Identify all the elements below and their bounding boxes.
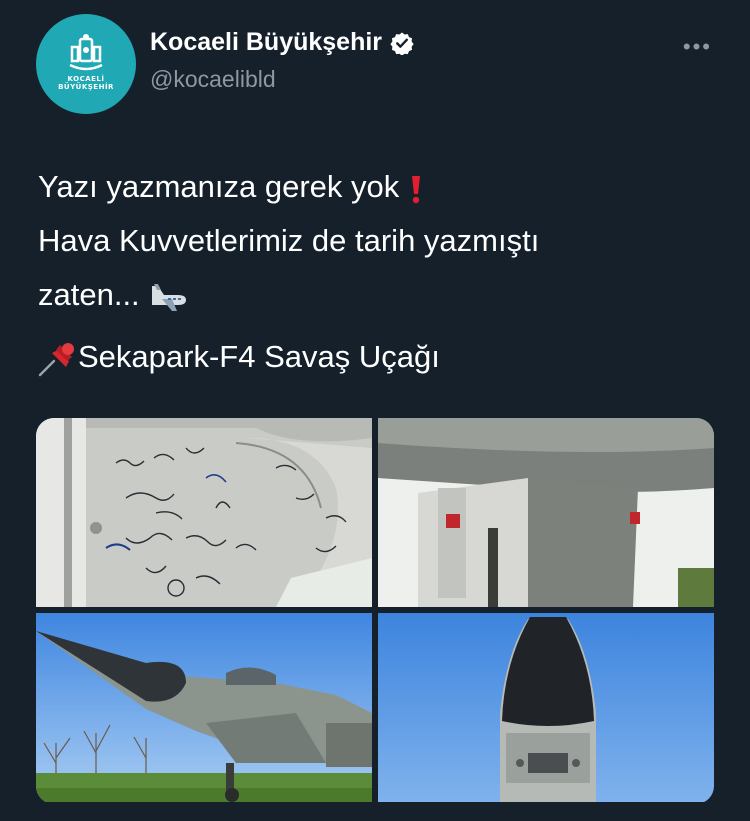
- tweet-text: Yazı yazmanıza gerek yok Hava Kuvvetleri…: [38, 160, 539, 322]
- photo-jet-nose-front[interactable]: [378, 613, 714, 802]
- photo-grid: [36, 418, 714, 804]
- tweet-line-3: zaten...: [38, 268, 539, 322]
- tweet-line-2: Hava Kuvvetlerimiz de tarih yazmıştı: [38, 223, 540, 258]
- display-name-text[interactable]: Kocaeli Büyükşehir: [150, 28, 382, 57]
- account-handle[interactable]: @kocaelibld: [150, 66, 276, 93]
- tweet-line-1-text: Yazı yazmanıza gerek yok: [38, 169, 400, 204]
- city-logo-icon: [69, 34, 103, 71]
- avatar-logo-text-1: KOCAELİ: [67, 75, 105, 83]
- display-name[interactable]: Kocaeli Büyükşehir: [150, 28, 414, 57]
- exclamation-mark-icon: [411, 175, 420, 204]
- more-options-icon[interactable]: •••: [683, 34, 712, 60]
- photo-graffiti-fuselage[interactable]: [36, 418, 372, 607]
- airplane-departure-icon: [152, 283, 187, 311]
- tweet-line-3-text: zaten...: [38, 277, 140, 312]
- tweet-line-1: Yazı yazmanıza gerek yok: [38, 160, 539, 214]
- avatar-logo-text-2: BÜYÜKŞEHİR: [58, 83, 114, 91]
- photo-jet-side-view[interactable]: [36, 613, 372, 802]
- tweet-card: KOCAELİ BÜYÜKŞEHİR Kocaeli Büyükşehir @k…: [0, 0, 750, 821]
- avatar[interactable]: KOCAELİ BÜYÜKŞEHİR: [36, 14, 136, 114]
- location-tag-line: Sekapark-F4 Savaş Uçağı: [38, 330, 440, 384]
- photo-landing-gear[interactable]: [378, 418, 714, 607]
- location-tag-text: Sekapark-F4 Savaş Uçağı: [78, 339, 440, 374]
- pushpin-icon: [38, 342, 74, 377]
- verified-badge-icon: [390, 32, 414, 55]
